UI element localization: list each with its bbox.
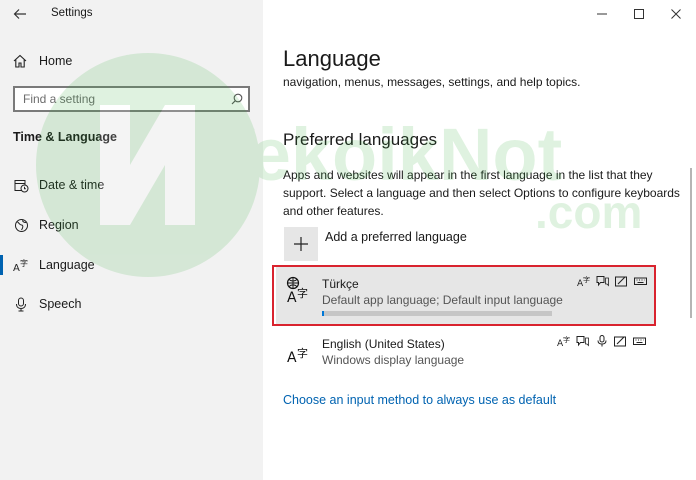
- minimize-icon: [597, 13, 607, 15]
- home-label: Home: [39, 54, 73, 68]
- sidebar-item-date-time[interactable]: Date & time: [0, 170, 263, 200]
- page-title: Language: [283, 46, 381, 71]
- app-title: Settings: [51, 7, 93, 19]
- input-method-link[interactable]: Choose an input method to always use as …: [283, 393, 556, 407]
- sidebar-item-language[interactable]: A字 Language: [0, 250, 263, 280]
- sidebar-item-speech[interactable]: Speech: [0, 289, 263, 319]
- microphone-icon: [594, 334, 609, 347]
- sidebar-item-label: Date & time: [39, 178, 105, 192]
- sidebar: Settings Home Find a setting Time & Lang…: [0, 0, 263, 480]
- preferred-languages-heading: Preferred languages: [283, 130, 438, 149]
- globe-icon: [13, 217, 29, 233]
- date-time-icon: [13, 177, 29, 193]
- language-icon: A字: [13, 257, 29, 273]
- search-icon[interactable]: [226, 88, 248, 110]
- sidebar-item-label: Speech: [39, 297, 82, 311]
- selection-highlight-box: [272, 265, 656, 326]
- titlebar-left: Settings: [0, 0, 263, 28]
- sidebar-item-label: Region: [39, 218, 79, 232]
- speech-icon: [575, 334, 590, 347]
- microphone-icon: [13, 296, 29, 312]
- language-name: English (United States): [322, 337, 445, 351]
- arrow-left-icon: [13, 9, 26, 19]
- language-icon: A 字: [287, 346, 308, 366]
- search-field[interactable]: Find a setting: [13, 86, 250, 112]
- maximize-button[interactable]: [621, 0, 657, 28]
- search-placeholder: Find a setting: [23, 92, 96, 106]
- maximize-icon: [634, 9, 644, 19]
- svg-text:字: 字: [563, 335, 570, 344]
- section-title: Time & Language: [13, 130, 117, 144]
- keyboard-icon: [632, 334, 647, 347]
- display-language-icon: A字: [556, 334, 571, 347]
- language-features: A字: [556, 334, 647, 347]
- back-button[interactable]: [8, 4, 32, 24]
- add-language-button[interactable]: Add a preferred language: [284, 227, 467, 261]
- language-item-english-us[interactable]: A 字 English (United States) Windows disp…: [276, 326, 656, 386]
- svg-text:A: A: [287, 350, 297, 366]
- home-icon: [13, 54, 27, 68]
- add-language-label: Add a preferred language: [325, 230, 467, 244]
- minimize-button[interactable]: [584, 0, 620, 28]
- svg-text:字: 字: [20, 258, 28, 268]
- close-button[interactable]: [658, 0, 694, 28]
- close-icon: [671, 9, 681, 19]
- language-status: Windows display language: [322, 353, 465, 367]
- plus-icon: [284, 227, 318, 261]
- sidebar-item-region[interactable]: Region: [0, 210, 263, 240]
- sidebar-item-label: Language: [39, 258, 95, 272]
- language-description-partial: navigation, menus, messages, settings, a…: [283, 75, 581, 89]
- home-nav-item[interactable]: Home: [13, 50, 72, 72]
- svg-text:A: A: [13, 263, 20, 273]
- svg-text:字: 字: [297, 346, 308, 360]
- scrollbar[interactable]: [690, 168, 692, 318]
- handwriting-icon: [613, 334, 628, 347]
- preferred-languages-description: Apps and websites will appear in the fir…: [283, 168, 680, 218]
